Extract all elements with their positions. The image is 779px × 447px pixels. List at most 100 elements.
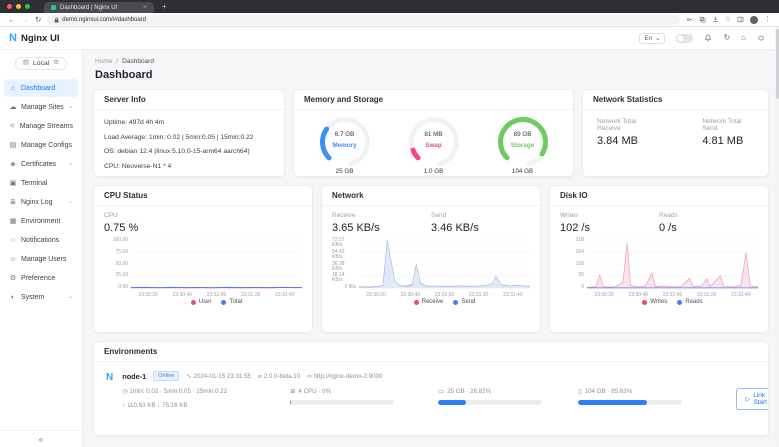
legend-item[interactable]: Writes — [642, 299, 667, 305]
disk-io-chart-legend: Writes Reads — [587, 299, 758, 305]
sidebar-item-terminal[interactable]: ▣ Terminal — [4, 174, 78, 192]
restart-icon[interactable]: ↻ — [723, 34, 730, 42]
sidebar-item-dashboard[interactable]: ⌂ Dashboard — [4, 79, 78, 97]
y-tick-label: 75.00 — [115, 248, 128, 255]
page-title: Dashboard — [95, 69, 153, 81]
environment-icon: ▦ — [9, 217, 17, 225]
key-icon[interactable] — [686, 16, 693, 23]
cpu-status-title: CPU Status — [94, 186, 312, 206]
copy-icon[interactable] — [699, 16, 706, 23]
x-tick-label: 23:30:40 — [400, 292, 421, 298]
sidebar-item-manage-sites[interactable]: ☁ Manage Sites ⌄ — [4, 98, 78, 116]
y-tick-label: 109 — [575, 260, 584, 267]
storage-gauge: 89 GB Storage 104 GB — [487, 114, 559, 176]
sidebar-item-label: Terminal — [21, 179, 48, 187]
download-icon[interactable] — [712, 16, 719, 23]
bookmark-star-icon[interactable]: ☆ — [725, 16, 731, 23]
legend-item[interactable]: Reads — [677, 299, 703, 305]
server-os: OS: debian 12.4 (linux 5.10.0-15-arm64 a… — [104, 148, 250, 155]
breadcrumb-current: Dashboard — [122, 58, 154, 65]
sidebar-collapse-button[interactable]: « — [0, 430, 82, 447]
breadcrumb-separator: / — [116, 58, 119, 65]
sidebar-item-environment[interactable]: ▦ Environment — [4, 212, 78, 230]
sidebar-item-manage-streams[interactable]: < Manage Streams — [4, 117, 78, 135]
reload-button[interactable]: ↻ — [35, 16, 41, 24]
load-avg-icon: ◷ — [122, 388, 128, 395]
y-tick-label: 218 — [575, 237, 584, 243]
back-button[interactable]: ← — [8, 16, 16, 24]
legend-dot-icon — [190, 299, 196, 305]
sidebar-item-notifications[interactable]: ○ Notifications — [4, 231, 78, 249]
disk-io-chart: 218 164 109 55 0 23:30:20 23:30:40 23:31:00 23:… — [560, 238, 758, 305]
storage-icon: ▯ — [578, 388, 582, 395]
tab-title: Dashboard | Nginx UI — [60, 4, 118, 11]
sidebar: ▤ Local ⚙ ⌂ Dashboard ☁ Manage Sites ⌄ < Manag… — [0, 50, 83, 447]
page-scrollbar[interactable] — [775, 27, 779, 447]
traffic-light-close[interactable] — [7, 4, 12, 9]
legend-item[interactable]: Send — [453, 299, 475, 305]
legend-item[interactable]: Total — [221, 299, 242, 305]
power-icon[interactable] — [757, 34, 765, 42]
sidebar-item-manage-configs[interactable]: ▤ Manage Configs — [4, 136, 78, 154]
sidebar-item-nginx-log[interactable]: ≣ Nginx Log ⌄ — [4, 193, 78, 211]
writes-stat: Writes 102 /s — [560, 212, 590, 234]
traffic-light-minimize[interactable] — [16, 4, 21, 9]
language-select[interactable]: En ⌄ — [639, 32, 666, 44]
gear-icon: ⚙ — [53, 59, 60, 67]
traffic-light-zoom[interactable] — [25, 4, 30, 9]
language-value: En — [644, 34, 653, 42]
browser-tab[interactable]: Dashboard | Nginx UI × — [44, 2, 154, 13]
link-start-button[interactable]: ▷ Link Start — [736, 388, 768, 410]
node-checked-at: ∿ 2024-01-15 23:31:55 — [186, 372, 251, 380]
sidebar-item-preference[interactable]: ⚙ Preference — [4, 269, 78, 287]
network-chart: 72.57 KB/s 54.43 KB/s 36.28 KB/s 18.14 KB/s… — [332, 238, 530, 305]
browser-menu-icon[interactable]: ⋮ — [764, 16, 771, 23]
memory-used-value: 6.7 GB — [334, 131, 355, 138]
y-tick-label: 36.28 KB/s — [332, 260, 345, 272]
cpu-chart: 100.00 75.00 50.00 25.00 0.00 23:30:20 23:30:… — [104, 238, 302, 305]
environments-card: Environments N node-1 Online ∿ 2024-01-1… — [93, 341, 769, 436]
cpu-stat: CPU 0.75 % — [104, 212, 139, 234]
sidebar-item-system[interactable]: ◐ System ⌄ — [4, 288, 78, 306]
sidebar-item-manage-users[interactable]: ☺ Manage Users — [4, 250, 78, 268]
sidebar-item-certificates[interactable]: ◈ Certificates ⌄ — [4, 155, 78, 173]
new-tab-button[interactable]: + — [162, 2, 167, 11]
app-logo[interactable]: N Nginx UI — [0, 32, 83, 44]
x-tick-label: 23:30:40 — [172, 292, 193, 298]
manage-configs-icon: ▤ — [9, 141, 17, 149]
main-content: Home / Dashboard Dashboard Server Info U… — [83, 50, 779, 447]
environment-selector[interactable]: ▤ Local ⚙ — [14, 57, 68, 70]
network-chart-legend: Receive Send — [359, 299, 530, 305]
split-view-icon[interactable] — [737, 16, 744, 23]
tab-close-icon[interactable]: × — [143, 4, 147, 11]
server-info-title: Server Info — [94, 90, 284, 110]
forward-button[interactable]: → — [22, 16, 30, 24]
legend-item[interactable]: User — [190, 299, 211, 305]
node-url[interactable]: ∞ http://nginx-demo-2:9000 — [307, 373, 382, 380]
x-tick-label: 23:30:20 — [594, 292, 614, 298]
scrollbar-thumb[interactable] — [775, 29, 779, 99]
sidebar-item-label: Environment — [21, 217, 61, 225]
y-tick-label: 100.00 — [112, 237, 128, 243]
server-load-average: Load Average: 1min: 0.02 | 5min:0.05 | 1… — [104, 133, 254, 141]
legend-item[interactable]: Receive — [413, 299, 443, 305]
notifications-bell-icon[interactable] — [704, 34, 712, 42]
sidebar-item-label: Preference — [21, 274, 56, 282]
address-bar[interactable]: demo.nginxui.com/#/dashboard — [47, 14, 680, 25]
arrow-down-icon: ↓ — [157, 402, 161, 409]
home-icon[interactable]: ⌂ — [741, 34, 746, 42]
tab-strip: Dashboard | Nginx UI × + — [0, 0, 779, 13]
profile-avatar[interactable] — [750, 15, 758, 24]
breadcrumb-home[interactable]: Home — [95, 58, 112, 65]
legend-dot-icon — [453, 299, 459, 305]
node-name[interactable]: node-1 — [122, 372, 146, 381]
node-memory-meter: ▭ 25 GB · 26.82% — [438, 388, 578, 405]
theme-toggle[interactable] — [676, 33, 694, 43]
storage-used-value: 89 GB — [513, 131, 532, 138]
nginx-log-icon: ≣ — [10, 198, 16, 206]
preference-icon: ⚙ — [9, 274, 17, 282]
memory-gauge: 6.7 GB Memory 25 GB — [309, 114, 381, 176]
x-tick-label: 23:31:40 — [275, 292, 295, 298]
y-tick-label: 18.14 KB/s — [332, 272, 345, 284]
sidebar-item-label: System — [21, 293, 45, 301]
